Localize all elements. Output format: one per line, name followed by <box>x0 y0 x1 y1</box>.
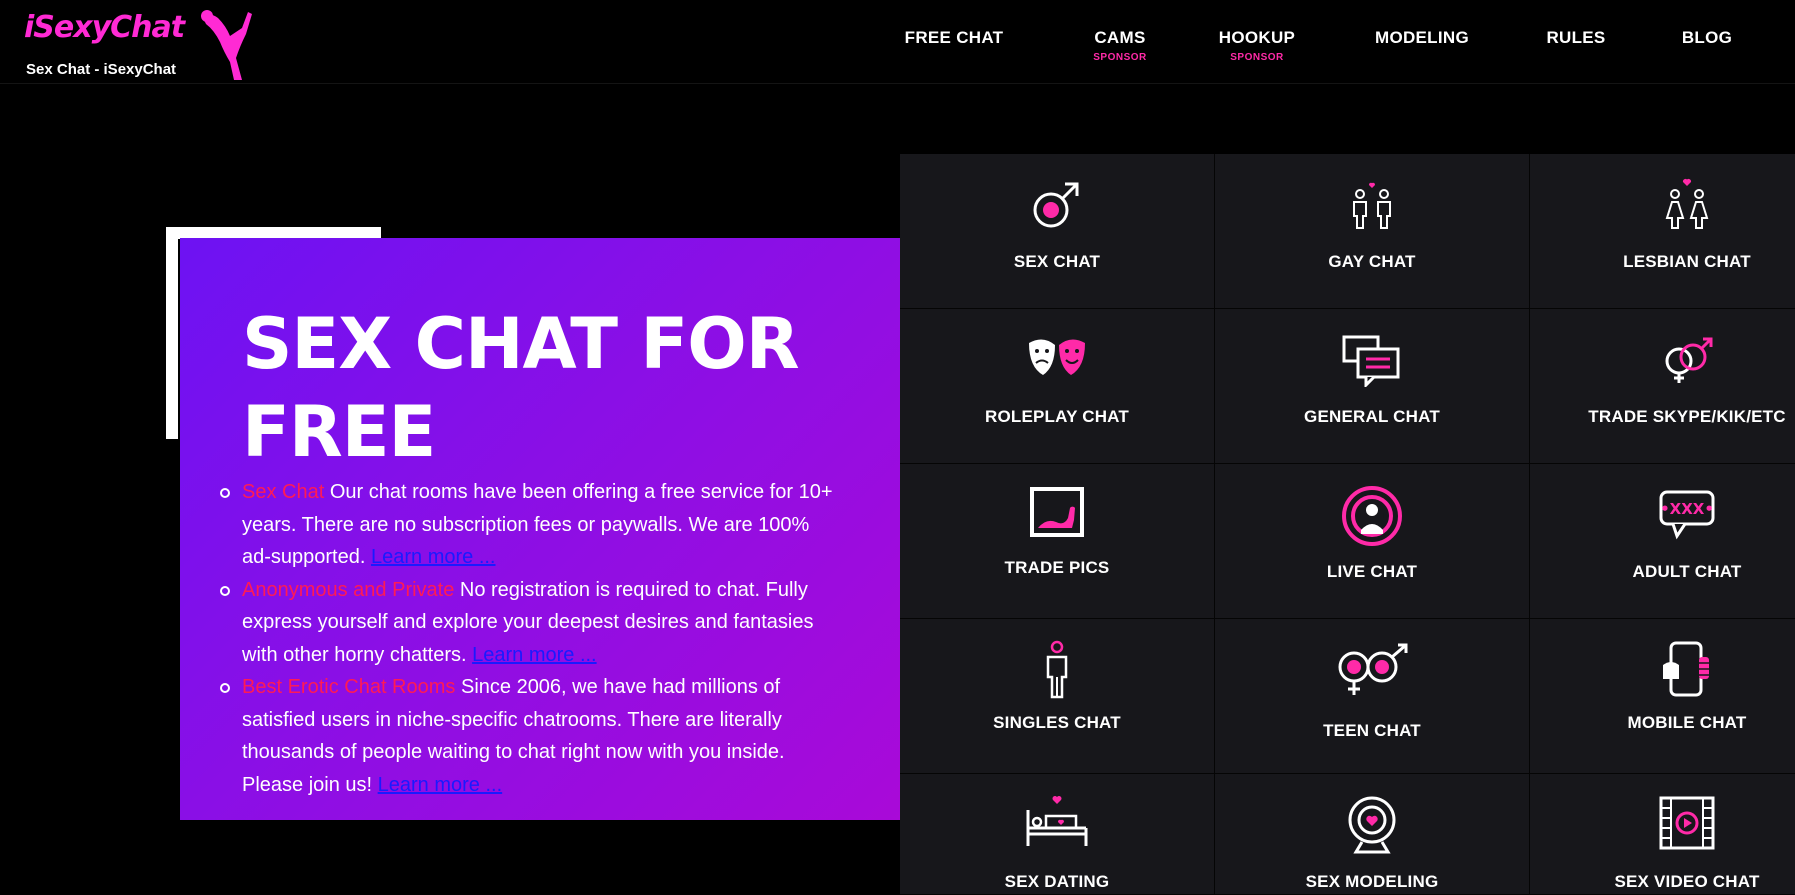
bed-heart-icon <box>1026 796 1088 846</box>
hero-panel: SEX CHAT FOR FREE Sex Chat Our chat room… <box>180 238 900 820</box>
live-broadcast-icon <box>1342 486 1402 546</box>
learn-more-link[interactable]: Learn more ... <box>472 644 597 666</box>
nav-label: CAMS <box>1094 28 1146 47</box>
category-label: TRADE SKYPE/KIK/ETC <box>1588 407 1786 426</box>
chat-bubbles-icon <box>1342 335 1400 387</box>
feature-item: Anonymous and Private No registration is… <box>220 574 842 672</box>
feature-item: Sex Chat Our chat rooms have been offeri… <box>220 476 842 574</box>
film-play-icon <box>1659 796 1715 850</box>
webcam-heart-icon <box>1348 796 1396 854</box>
category-gay-chat[interactable]: GAY CHAT <box>1215 154 1530 309</box>
hero-title: SEX CHAT FOR FREE <box>242 303 800 473</box>
category-mobile-chat[interactable]: MOBILE CHAT <box>1530 619 1795 774</box>
category-sex-modeling[interactable]: SEX MODELING <box>1215 774 1530 895</box>
category-label: ROLEPLAY CHAT <box>985 407 1129 426</box>
category-label: LESBIAN CHAT <box>1623 252 1751 271</box>
category-label: SEX DATING <box>1004 872 1110 891</box>
category-label: LIVE CHAT <box>1326 562 1418 581</box>
category-label: SINGLES CHAT <box>993 713 1121 732</box>
category-label: SEX VIDEO CHAT <box>1614 872 1760 891</box>
infinity-gender-icon <box>1338 643 1408 695</box>
svg-text:•XXX•: •XXX• <box>1660 500 1714 518</box>
category-label: GAY CHAT <box>1328 252 1416 271</box>
category-trade-pics[interactable]: TRADE PICS <box>900 464 1215 619</box>
category-label: GENERAL CHAT <box>1304 407 1440 426</box>
category-general-chat[interactable]: GENERAL CHAT <box>1215 309 1530 464</box>
site-header: iSexyChat Sex Chat - iSexyChat FREE CHAT… <box>0 0 1795 84</box>
nav-rules[interactable]: RULES <box>1536 28 1616 48</box>
feature-item: Best Erotic Chat Rooms Since 2006, we ha… <box>220 671 842 801</box>
category-label: SEX MODELING <box>1305 872 1439 891</box>
nav-cams[interactable]: CAMS SPONSOR <box>1070 28 1170 63</box>
feature-highlight: Best Erotic Chat Rooms <box>242 676 456 698</box>
gay-couple-icon <box>1353 182 1391 229</box>
bullet-icon <box>220 488 230 498</box>
learn-more-link[interactable]: Learn more ... <box>378 774 503 796</box>
nav-hookup[interactable]: HOOKUP SPONSOR <box>1202 28 1312 63</box>
nav-sponsor-tag: SPONSOR <box>1230 52 1284 63</box>
category-label: ADULT CHAT <box>1632 562 1742 581</box>
feature-highlight: Anonymous and Private <box>242 578 455 601</box>
hero-feature-list: Sex Chat Our chat rooms have been offeri… <box>220 476 842 801</box>
bullet-icon <box>220 683 230 693</box>
nav-label: BLOG <box>1681 28 1733 47</box>
category-sex-video-chat[interactable]: SEX VIDEO CHAT <box>1530 774 1795 895</box>
category-sex-dating[interactable]: SEX DATING <box>900 774 1215 895</box>
feature-highlight: Sex Chat <box>242 481 325 503</box>
category-label: TEEN CHAT <box>1323 721 1421 740</box>
category-trade-skype-kik[interactable]: TRADE SKYPE/KIK/ETC <box>1530 309 1795 464</box>
picture-frame-icon <box>1030 487 1084 537</box>
category-sex-chat[interactable]: SEX CHAT <box>900 154 1215 309</box>
category-roleplay-chat[interactable]: ROLEPLAY CHAT <box>900 309 1215 464</box>
learn-more-link[interactable]: Learn more ... <box>371 546 496 568</box>
category-label: MOBILE CHAT <box>1627 713 1747 732</box>
category-label: SEX CHAT <box>1013 252 1101 271</box>
nav-blog[interactable]: BLOG <box>1672 28 1742 48</box>
main-nav: FREE CHAT CAMS SPONSOR HOOKUP SPONSOR MO… <box>0 28 1795 78</box>
xxx-bubble-icon: •XXX• <box>1659 490 1715 540</box>
category-adult-chat[interactable]: •XXX• ADULT CHAT <box>1530 464 1795 619</box>
nav-label: FREE CHAT <box>904 28 1004 47</box>
category-lesbian-chat[interactable]: LESBIAN CHAT <box>1530 154 1795 309</box>
nav-label: RULES <box>1546 28 1606 47</box>
chat-category-grid: SEX CHAT GAY CHAT LESBIAN CHAT ROLEPLAY … <box>900 154 1795 895</box>
bullet-icon <box>220 585 230 596</box>
mobile-phone-icon <box>1663 641 1709 697</box>
lesbian-couple-icon <box>1665 178 1709 229</box>
nav-free-chat[interactable]: FREE CHAT <box>892 28 1016 48</box>
feature-text: Our chat rooms have been offering a free… <box>242 481 833 568</box>
category-label: TRADE PICS <box>1004 558 1110 577</box>
single-person-icon <box>1046 640 1068 699</box>
male-symbol-icon <box>1033 182 1079 228</box>
category-teen-chat[interactable]: TEEN CHAT <box>1215 619 1530 774</box>
theater-masks-icon <box>1029 339 1085 375</box>
nav-sponsor-tag: SPONSOR <box>1093 52 1147 63</box>
category-live-chat[interactable]: LIVE CHAT <box>1215 464 1530 619</box>
nav-modeling[interactable]: MODELING <box>1362 28 1482 48</box>
gender-symbols-icon <box>1665 337 1713 383</box>
nav-label: MODELING <box>1374 28 1469 47</box>
category-singles-chat[interactable]: SINGLES CHAT <box>900 619 1215 774</box>
nav-label: HOOKUP <box>1218 28 1296 47</box>
